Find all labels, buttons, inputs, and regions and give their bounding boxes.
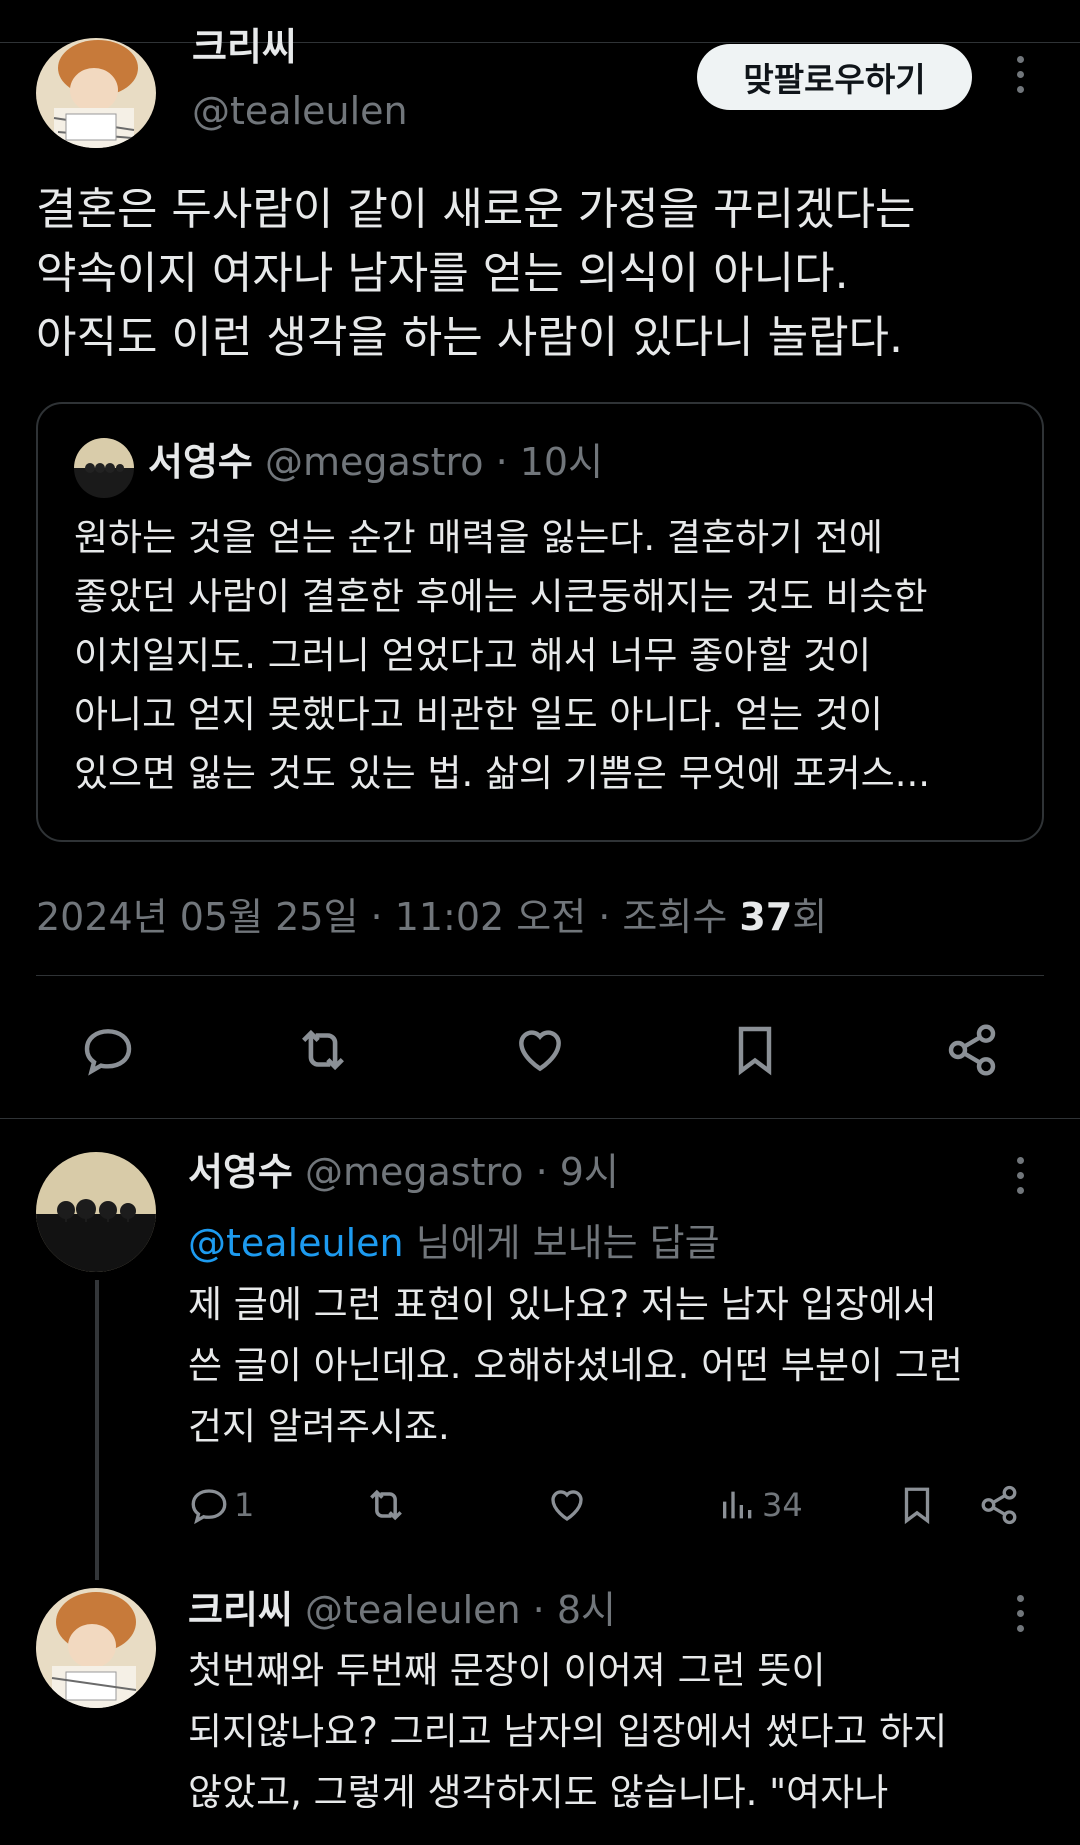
quoted-tweet-card[interactable]: 서영수 @megastro · 10시 원하는 것을 얻는 순간 매력을 잃는다… (36, 402, 1044, 842)
reply-avatar[interactable] (36, 1588, 156, 1708)
timestamp-text: 2024년 05월 25일 · 11:02 오전 · 조회수 (36, 895, 740, 939)
more-icon[interactable] (1010, 1157, 1030, 1194)
reply-action-retweet[interactable] (364, 1480, 408, 1530)
follow-back-button[interactable]: 맞팔로우하기 (697, 44, 972, 110)
view-count: 37 (739, 895, 793, 939)
reply-action-bookmark[interactable] (896, 1480, 938, 1530)
reply-meta: @tealeulen · 8시 (304, 1588, 616, 1632)
reply-author-name[interactable]: 크리씨 (188, 1588, 293, 1632)
reply-text-line: 않았고, 그렇게 생각하지도 않습니다. "여자나 (188, 1771, 889, 1814)
reply-text: 제 글에 그런 표현이 있나요? 저는 남자 입장에서 쓴 글이 아닌데요. 오… (188, 1274, 1068, 1457)
reply-text-line: 제 글에 그런 표현이 있나요? 저는 남자 입장에서 (188, 1283, 937, 1326)
mention-link[interactable]: @tealeulen (188, 1221, 404, 1265)
replying-to-suffix: 님에게 보내는 답글 (403, 1221, 720, 1265)
thread-line (95, 1280, 99, 1580)
quote-header: 서영수 @megastro · 10시 (148, 440, 604, 484)
quote-text: 원하는 것을 얻는 순간 매력을 잃는다. 결혼하기 전에 좋았던 사람이 결혼… (74, 508, 1034, 803)
reply-header: 서영수 @megastro · 9시 (188, 1150, 619, 1194)
reply-avatar[interactable] (36, 1152, 156, 1272)
reply-text-line: 건지 알려주시죠. (188, 1405, 450, 1448)
reply-icon[interactable] (73, 1015, 143, 1085)
reply-action-reply[interactable]: 1 (188, 1480, 254, 1530)
tweet-actions (0, 1015, 1080, 1085)
replying-to: @tealeulen 님에게 보내는 답글 (188, 1212, 720, 1267)
views-suffix: 회 (792, 895, 828, 939)
quote-text-line: 좋았던 사람이 결혼한 후에는 시큰둥해지는 것도 비슷한 (74, 575, 928, 618)
reply-text-line: 첫번째와 두번째 문장이 이어져 그런 뜻이 (188, 1649, 826, 1692)
divider (36, 975, 1044, 976)
reply-header: 크리씨 @tealeulen · 8시 (188, 1588, 616, 1632)
quote-text-line: 원하는 것을 얻는 순간 매력을 잃는다. 결혼하기 전에 (74, 516, 883, 559)
section-divider (0, 1118, 1080, 1119)
reply-icon (191, 1489, 227, 1525)
author-name[interactable]: 크리씨 (192, 28, 297, 66)
tweet-text-line: 아직도 이런 생각을 하는 사람이 있다니 놀랍다. (36, 312, 904, 363)
share-icon (981, 1485, 1017, 1525)
bookmark-icon[interactable] (720, 1015, 790, 1085)
tweet-timestamp: 2024년 05월 25일 · 11:02 오전 · 조회수 37회 (36, 886, 827, 941)
tweet-text-line: 약속이지 여자나 남자를 얻는 의식이 아니다. (36, 248, 849, 299)
more-icon[interactable] (1010, 1595, 1030, 1632)
tweet-text-line: 결혼은 두사람이 같이 새로운 가정을 꾸리겠다는 (36, 184, 916, 235)
quote-text-line: 있으면 잃는 것도 있는 법. 삶의 기쁨은 무엇에 포커스... (74, 752, 930, 795)
quote-meta: @megastro · 10시 (264, 440, 604, 484)
reply-action-views[interactable]: 34 (718, 1480, 803, 1530)
reply-text: 첫번째와 두번째 문장이 이어져 그런 뜻이 되지않나요? 그리고 남자의 입장… (188, 1640, 1068, 1823)
reply-author-name[interactable]: 서영수 (188, 1150, 293, 1194)
quote-text-line: 이치일지도. 그러니 얻었다고 해서 너무 좋아할 것이 (74, 634, 872, 677)
reply-count: 1 (234, 1486, 255, 1524)
reply-text-line: 쓴 글이 아닌데요. 오해하셨네요. 어떤 부분이 그런 (188, 1344, 963, 1387)
reply-meta: @megastro · 9시 (304, 1150, 619, 1194)
quote-text-line: 아니고 얻지 못했다고 비관한 일도 아니다. 얻는 것이 (74, 693, 883, 736)
more-icon[interactable] (1010, 56, 1030, 93)
quote-avatar (74, 438, 134, 498)
tweet-text: 결혼은 두사람이 같이 새로운 가정을 꾸리겠다는 약속이지 여자나 남자를 얻… (36, 178, 1046, 370)
reply-action-like[interactable] (546, 1480, 588, 1530)
view-count: 34 (762, 1486, 803, 1524)
heart-icon (551, 1490, 583, 1521)
bookmark-icon (904, 1487, 930, 1525)
retweet-icon[interactable] (288, 1015, 358, 1085)
reply-action-share[interactable] (978, 1480, 1020, 1530)
author-handle[interactable]: @tealeulen (192, 92, 408, 130)
heart-icon[interactable] (505, 1015, 575, 1085)
avatar[interactable] (36, 38, 156, 148)
retweet-icon (370, 1489, 402, 1521)
top-divider (0, 42, 1080, 43)
quote-author-name: 서영수 (148, 440, 253, 484)
share-icon[interactable] (937, 1015, 1007, 1085)
views-icon (723, 1491, 752, 1519)
reply-text-line: 되지않나요? 그리고 남자의 입장에서 썼다고 하지 (188, 1710, 948, 1753)
